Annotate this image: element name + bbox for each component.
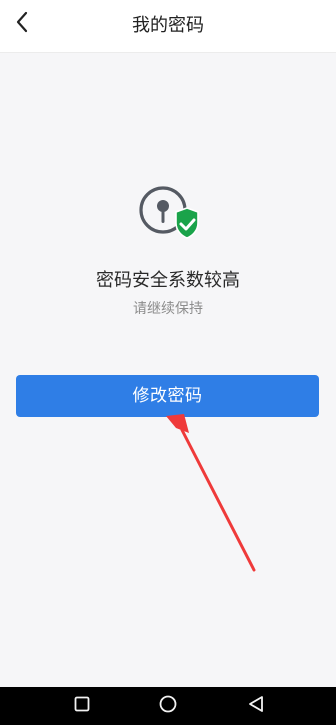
security-status-title: 密码安全系数较高 xyxy=(96,270,240,291)
page-title: 我的密码 xyxy=(132,15,204,36)
change-password-button[interactable]: 修改密码 xyxy=(16,375,319,417)
square-recent-icon xyxy=(74,696,90,716)
triangle-back-icon xyxy=(248,695,264,717)
home-button[interactable] xyxy=(138,687,198,725)
lock-shield-check-icon xyxy=(136,180,202,246)
circle-home-icon xyxy=(159,695,177,717)
app-header: 我的密码 xyxy=(0,0,336,53)
recent-apps-button[interactable] xyxy=(52,687,112,725)
security-status-subtitle: 请继续保持 xyxy=(133,301,203,317)
back-nav-button[interactable] xyxy=(226,687,286,725)
system-navigation-bar xyxy=(0,687,336,725)
main-content xyxy=(0,53,336,686)
